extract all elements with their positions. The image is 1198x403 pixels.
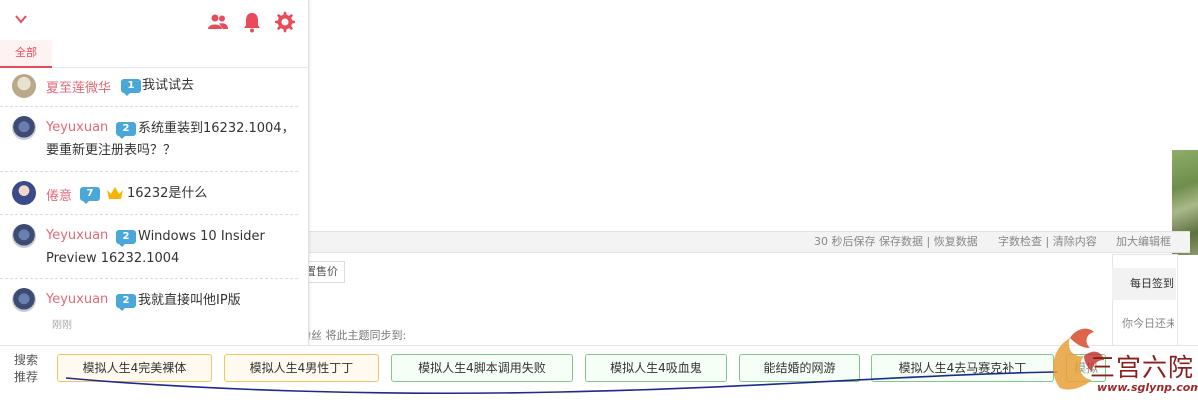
message-item[interactable]: 夏至莲微华 1 我试试去	[0, 68, 298, 107]
message-item[interactable]: 倦意 7 16232是什么	[0, 172, 298, 215]
message-text: 我就直接叫他IP版	[138, 293, 241, 308]
message-text-cont: Preview 16232.1004	[46, 251, 180, 266]
username[interactable]: Yeyuxuan	[46, 228, 108, 243]
message-text: Windows 10 Insider	[138, 229, 265, 244]
level-badge: 2	[116, 230, 136, 247]
label-line-1: 搜索	[13, 353, 38, 367]
annotation-underline	[65, 371, 1059, 395]
level-badge: 2	[116, 122, 136, 139]
editor-status-bar: 30 秒后保存 保存数据 | 恢复数据 字数检查 | 清除内容 加大编辑框	[300, 231, 1190, 253]
gear-icon[interactable]	[274, 11, 296, 33]
crown-icon	[107, 187, 123, 199]
username[interactable]: Yeyuxuan	[46, 292, 108, 307]
timestamp: 刚刚	[52, 320, 72, 331]
message-item[interactable]: Yeyuxuan 2 我就直接叫他IP版 刚刚	[0, 279, 298, 345]
bell-icon[interactable]	[241, 11, 263, 33]
avatar[interactable]	[12, 288, 36, 312]
message-text: 16232是什么	[127, 186, 208, 201]
level-badge: 7	[80, 187, 100, 204]
message-text: 我试试去	[142, 78, 195, 93]
users-icon[interactable]	[207, 11, 229, 33]
message-item[interactable]: Yeyuxuan 2 Windows 10 Insider Preview 16…	[0, 215, 298, 279]
autosave-status[interactable]: 30 秒后保存 保存数据 | 恢复数据	[814, 232, 978, 252]
tab-bar: 全部	[0, 37, 308, 68]
panel-header	[0, 0, 308, 40]
enlarge-editor-link[interactable]: 加大编辑框	[1116, 232, 1171, 252]
level-badge: 2	[116, 294, 136, 311]
level-badge: 1	[121, 79, 141, 96]
message-text-cont: 要重新更注册表吗？？	[46, 143, 177, 158]
tab-all[interactable]: 全部	[0, 40, 52, 68]
username[interactable]: 夏至莲微华	[46, 77, 111, 96]
watermark-title: 三宫六院	[1090, 353, 1195, 382]
daily-signin-title[interactable]: 每日签到	[1112, 268, 1176, 300]
avatar[interactable]	[12, 224, 36, 248]
watermark-url: www.sglynp.com	[1097, 381, 1198, 394]
avatar[interactable]	[12, 116, 36, 140]
notification-panel: 全部 夏至莲微华 1 我试试去 Yeyuxuan 2 系统重装到16232.10…	[0, 0, 309, 345]
message-item[interactable]: Yeyuxuan 2 系统重装到16232.1004， 要重新更注册表吗？？	[0, 107, 298, 172]
username[interactable]: Yeyuxuan	[46, 120, 108, 135]
sync-topic-text: 粉丝 将此主题同步到:	[300, 329, 407, 342]
word-check-link[interactable]: 字数检查 | 清除内容	[998, 232, 1097, 252]
avatar[interactable]	[12, 74, 36, 98]
message-text: 系统重装到16232.1004，	[138, 121, 295, 136]
avatar[interactable]	[12, 181, 36, 205]
chevron-down-icon[interactable]	[14, 12, 28, 26]
username[interactable]: 倦意	[46, 185, 72, 204]
